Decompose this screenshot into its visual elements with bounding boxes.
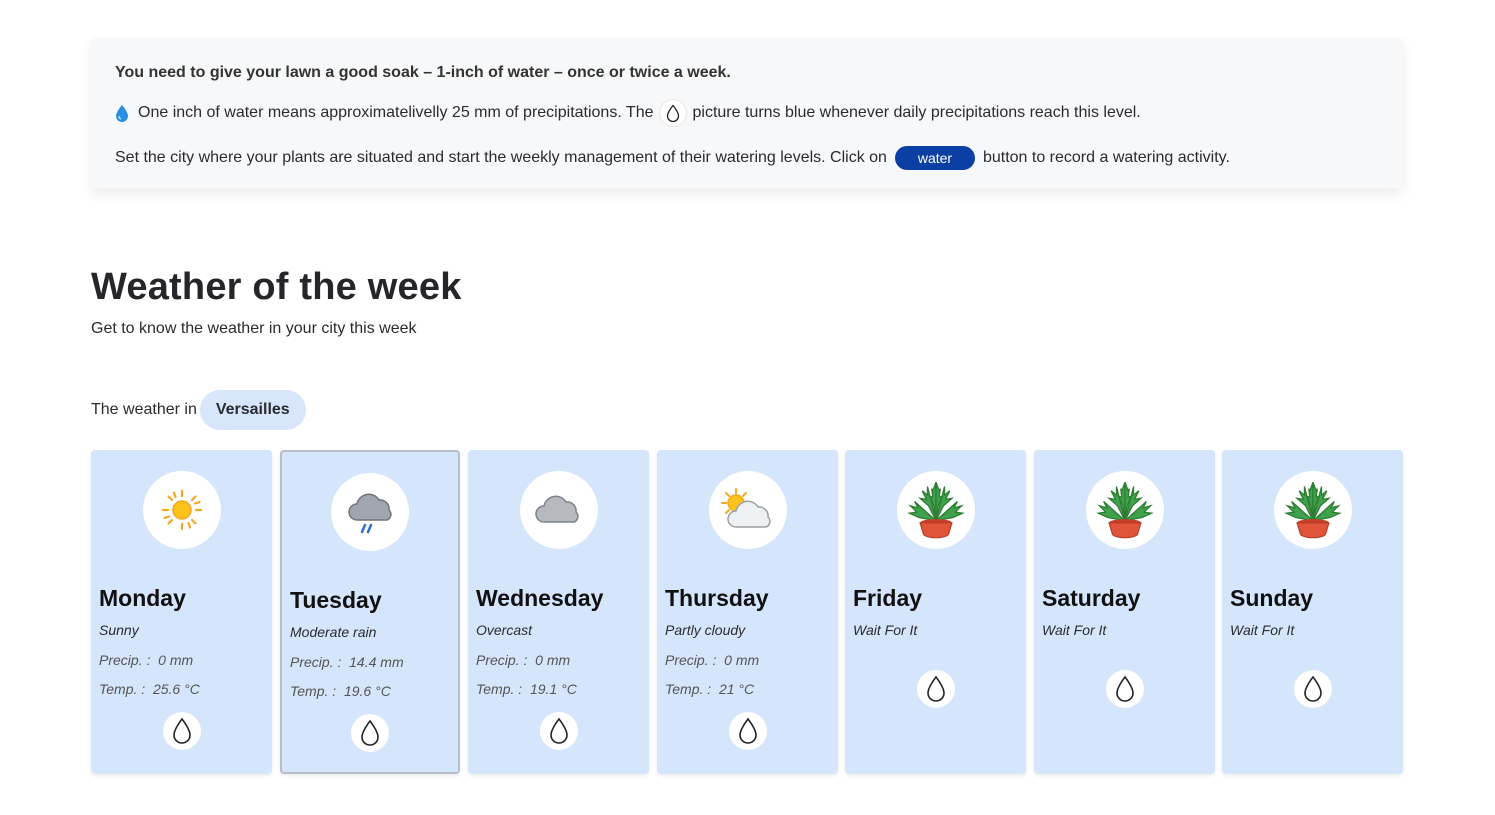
temp-value: 19.1 °C [529, 681, 577, 697]
day-name: Friday [853, 585, 923, 611]
precip-label: Precip. : [476, 652, 528, 668]
day-precipitation: Precip. : 0 mm [665, 652, 759, 668]
day-condition: Overcast [476, 622, 533, 638]
partly-cloudy-icon [708, 471, 787, 549]
info-line3-after: button to record a watering activity. [982, 149, 1230, 166]
day-name: Sunday [1230, 585, 1314, 611]
temp-label: Temp. : [476, 681, 523, 697]
precip-value: 14.4 mm [349, 654, 404, 670]
water-drop-icon [115, 104, 129, 122]
water-drop-icon[interactable] [351, 714, 389, 752]
day-precipitation: Precip. : 0 mm [476, 652, 570, 668]
potted-plant-icon [896, 471, 975, 549]
info-line3-before: Set the city where your plants are situa… [115, 149, 887, 166]
temp-label: Temp. : [290, 683, 337, 699]
day-temperature: Temp. : 19.6 °C [290, 683, 391, 699]
day-temperature: Temp. : 19.1 °C [476, 681, 577, 697]
day-name: Thursday [665, 585, 769, 611]
day-condition: Wait For It [1042, 622, 1107, 638]
page-title: Weather of the week [91, 266, 462, 308]
precip-value: 0 mm [724, 652, 760, 668]
drop-outline-icon [658, 99, 687, 127]
water-button-example[interactable]: water [894, 146, 975, 170]
temp-label: Temp. : [99, 681, 146, 697]
city-prefix: The weather in [91, 401, 197, 418]
temp-value: 21 °C [718, 681, 755, 697]
water-drop-icon[interactable] [162, 712, 201, 750]
info-card: You need to give your lawn a good soak –… [91, 38, 1403, 188]
day-condition: Wait For It [1230, 622, 1295, 638]
cloud-icon [519, 471, 598, 549]
info-headline: You need to give your lawn a good soak –… [115, 64, 731, 81]
day-name: Monday [99, 585, 186, 611]
day-name: Tuesday [290, 587, 382, 613]
water-drop-icon[interactable] [1105, 670, 1144, 708]
precip-label: Precip. : [99, 652, 151, 668]
day-condition: Sunny [99, 622, 139, 638]
water-drop-icon[interactable] [916, 670, 955, 708]
precip-value: 0 mm [535, 652, 571, 668]
city-selector-row: The weather in Versailles [91, 390, 306, 430]
day-condition: Moderate rain [290, 624, 377, 640]
water-drop-icon[interactable] [1293, 670, 1332, 708]
day-card-tuesday[interactable]: Tuesday Moderate rain Precip. : 14.4 mm … [280, 450, 460, 774]
day-card-friday[interactable]: Friday Wait For It [845, 450, 1026, 774]
precip-label: Precip. : [665, 652, 717, 668]
page-subtitle: Get to know the weather in your city thi… [91, 320, 417, 337]
info-line-instructions: Set the city where your plants are situa… [115, 146, 1379, 170]
water-drop-icon[interactable] [539, 712, 578, 750]
sun-icon [142, 471, 221, 549]
potted-plant-icon [1273, 471, 1352, 549]
temp-value: 25.6 °C [152, 681, 200, 697]
day-name: Saturday [1042, 585, 1141, 611]
rain-cloud-icon [331, 473, 409, 551]
precip-label: Precip. : [290, 654, 342, 670]
day-temperature: Temp. : 25.6 °C [99, 681, 200, 697]
day-card-monday[interactable]: Monday Sunny Precip. : 0 mm Temp. : 25.6… [91, 450, 272, 774]
day-condition: Partly cloudy [665, 622, 746, 638]
city-selector[interactable]: Versailles [199, 390, 306, 430]
temp-value: 19.6 °C [343, 683, 391, 699]
day-card-wednesday[interactable]: Wednesday Overcast Precip. : 0 mm Temp. … [468, 450, 649, 774]
day-card-thursday[interactable]: Thursday Partly cloudy Precip. : 0 mm Te… [657, 450, 838, 774]
day-card-saturday[interactable]: Saturday Wait For It [1034, 450, 1215, 774]
water-drop-icon[interactable] [728, 712, 767, 750]
day-temperature: Temp. : 21 °C [665, 681, 754, 697]
info-line2-after: picture turns blue whenever daily precip… [692, 104, 1141, 121]
temp-label: Temp. : [665, 681, 712, 697]
day-precipitation: Precip. : 14.4 mm [290, 654, 404, 670]
day-name: Wednesday [476, 585, 604, 611]
day-condition: Wait For It [853, 622, 918, 638]
day-precipitation: Precip. : 0 mm [99, 652, 193, 668]
precip-value: 0 mm [158, 652, 194, 668]
info-line-precipitation: One inch of water means approximatelivel… [115, 99, 1379, 127]
day-card-sunday[interactable]: Sunday Wait For It [1222, 450, 1403, 774]
info-line2-before: One inch of water means approximatelivel… [138, 104, 654, 121]
potted-plant-icon [1085, 471, 1164, 549]
